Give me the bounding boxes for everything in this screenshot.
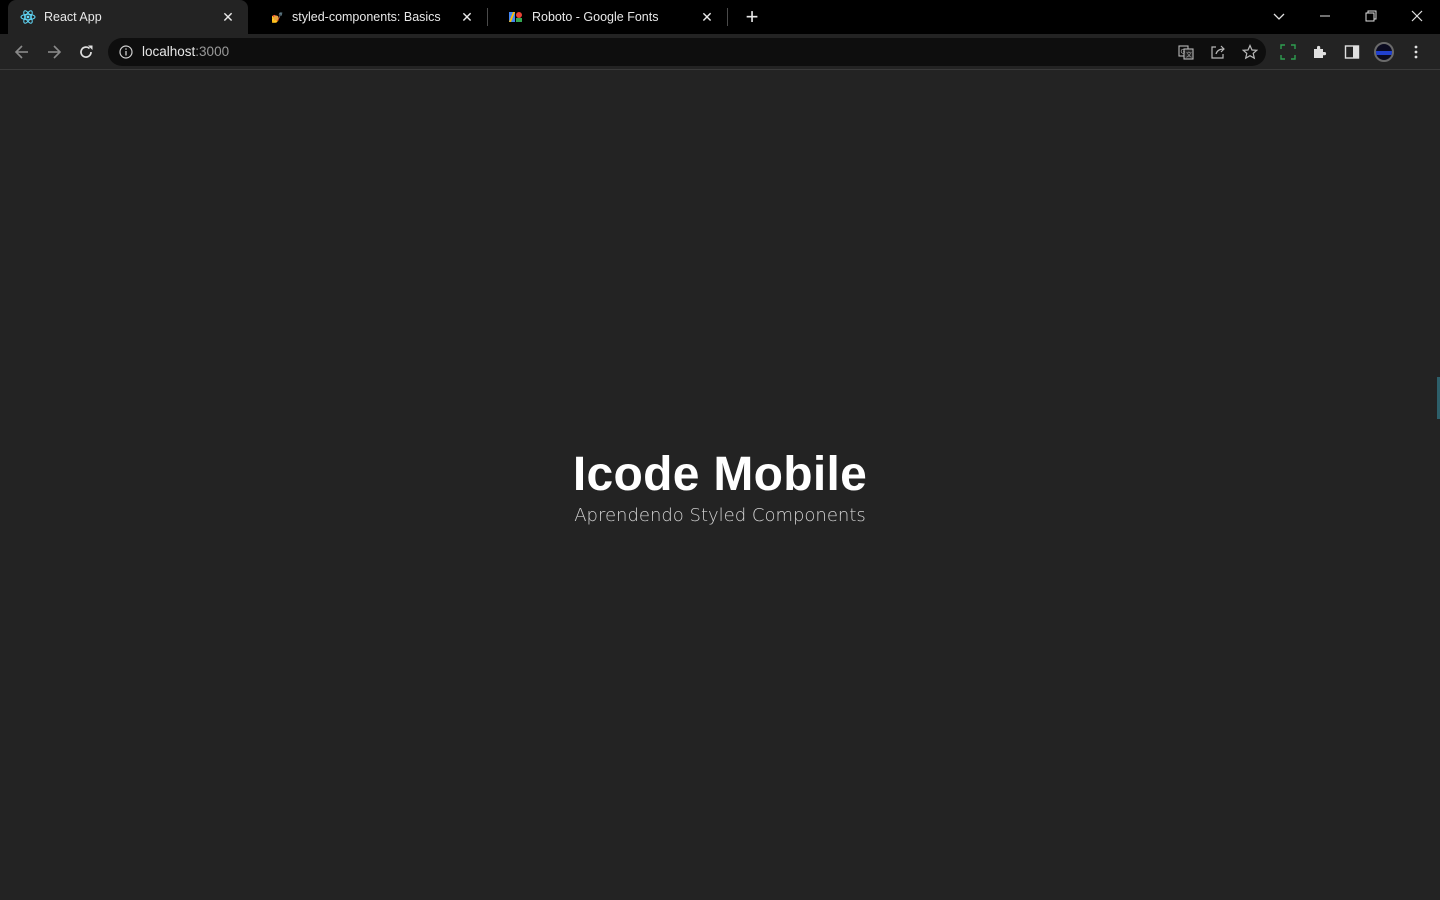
tab-styled-components[interactable]: 💅 styled-components: Basics ✕: [248, 0, 487, 34]
page-title: Icode Mobile: [572, 448, 868, 501]
close-window-icon[interactable]: [1394, 0, 1440, 32]
tab-title: Roboto - Google Fonts: [532, 10, 659, 24]
tab-strip: React App ✕ 💅 styled-components: Basics …: [0, 0, 1440, 34]
svg-text:G: G: [1181, 48, 1186, 55]
tab-title: styled-components: Basics: [292, 10, 441, 24]
tab-separator: [727, 8, 728, 26]
tab-title: React App: [44, 10, 102, 24]
close-tab-icon[interactable]: ✕: [220, 9, 236, 25]
side-panel-icon[interactable]: [1336, 36, 1368, 68]
share-icon[interactable]: [1202, 38, 1234, 66]
minimize-icon[interactable]: [1302, 0, 1348, 32]
address-bar[interactable]: localhost:3000 G文: [108, 37, 1266, 66]
page-viewport: Icode Mobile Aprendendo Styled Component…: [0, 71, 1440, 900]
back-icon[interactable]: [6, 36, 38, 68]
reload-icon[interactable]: [70, 36, 102, 68]
tab-react-app[interactable]: React App ✕: [8, 0, 248, 34]
restore-icon[interactable]: [1348, 0, 1394, 32]
close-tab-icon[interactable]: ✕: [459, 9, 475, 25]
translate-icon[interactable]: G文: [1170, 38, 1202, 66]
address-url: localhost:3000: [142, 44, 229, 59]
tab-search-icon[interactable]: [1256, 0, 1302, 32]
url-host: localhost: [142, 44, 196, 59]
new-tab-button[interactable]: +: [738, 0, 766, 34]
google-fonts-icon: [508, 9, 524, 25]
site-info-icon[interactable]: [118, 44, 134, 60]
react-icon: [20, 9, 36, 25]
tab-google-fonts[interactable]: Roboto - Google Fonts ✕: [488, 0, 727, 34]
avatar: [1374, 41, 1394, 62]
window-controls: [1256, 0, 1440, 32]
styled-components-icon: 💅: [268, 9, 284, 25]
address-bar-actions: G文: [1170, 38, 1266, 66]
bookmark-star-icon[interactable]: [1234, 38, 1266, 66]
browser-toolbar: localhost:3000 G文: [0, 34, 1440, 70]
profile-avatar[interactable]: [1368, 36, 1400, 68]
menu-icon[interactable]: [1400, 36, 1432, 68]
extensions-icon[interactable]: [1304, 36, 1336, 68]
close-tab-icon[interactable]: ✕: [699, 9, 715, 25]
hero: Icode Mobile Aprendendo Styled Component…: [0, 447, 1440, 526]
forward-icon[interactable]: [38, 36, 70, 68]
toolbar-right: [1272, 36, 1432, 68]
page-subtitle: Aprendendo Styled Components: [574, 505, 866, 526]
screen-capture-icon[interactable]: [1272, 36, 1304, 68]
url-port: :3000: [195, 44, 230, 59]
svg-text:文: 文: [1186, 51, 1192, 59]
